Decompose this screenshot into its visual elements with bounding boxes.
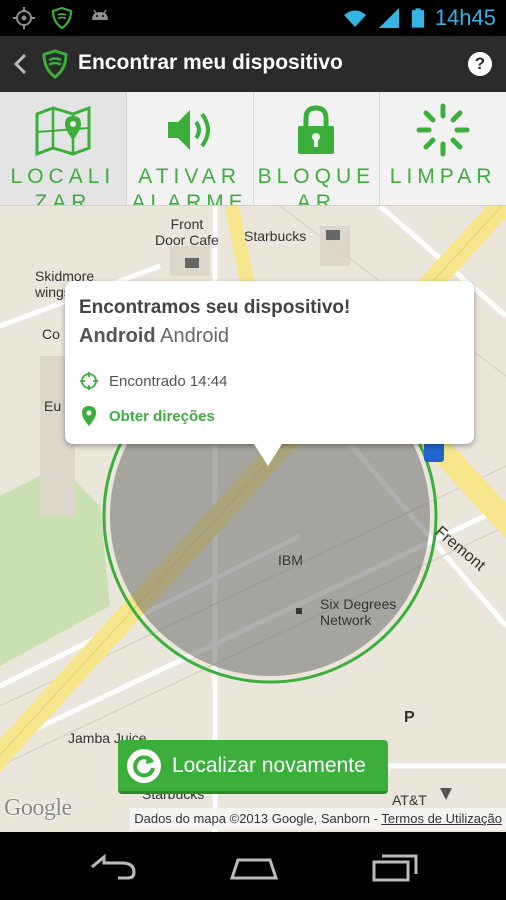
map-label-front-door-cafe: Front Door Cafe	[155, 216, 219, 248]
wifi-icon	[343, 10, 366, 27]
tab-bloquear[interactable]: BLOQUEAR	[254, 92, 381, 205]
help-icon[interactable]: ?	[468, 52, 492, 76]
google-logo: Google	[4, 795, 72, 821]
directions-text: Obter direções	[109, 407, 215, 425]
wipe-icon	[416, 103, 470, 157]
map-pin-icon	[35, 105, 91, 157]
signal-icon	[378, 8, 399, 28]
page-title: Encontrar meu dispositivo	[78, 51, 343, 74]
status-bar: 14h45	[0, 0, 506, 36]
recent-apps-icon[interactable]	[370, 852, 422, 882]
shield-icon	[51, 6, 73, 30]
location-info-bubble[interactable]: Encontramos seu dispositivo! Android And…	[65, 281, 474, 444]
map-label-ibm: IBM	[278, 552, 303, 568]
relocate-label: Localizar novamente	[172, 753, 366, 777]
tab-localizar[interactable]: LOCALIZAR	[0, 92, 127, 205]
map-label-parking: P	[404, 709, 415, 726]
device-name: Android	[79, 325, 156, 347]
bubble-device: Android Android	[79, 325, 229, 348]
directions-link[interactable]: Obter direções	[79, 405, 215, 427]
action-bar: Encontrar meu dispositivo ?	[0, 36, 506, 92]
tab-label: BLOQUEAR	[257, 165, 376, 205]
status-time: 14h45	[434, 5, 496, 30]
map-label-starbucks: Starbucks	[244, 228, 307, 244]
navigation-bar	[0, 832, 506, 900]
tab-limpar[interactable]: LIMPAR	[380, 92, 506, 205]
crosshair-icon	[80, 372, 98, 390]
map-pin-icon	[82, 406, 96, 426]
gps-icon	[13, 7, 35, 29]
map-label-six-degrees: Six Degrees Network	[320, 596, 397, 628]
speaker-icon	[167, 110, 210, 150]
map-label-co: Co	[42, 326, 60, 342]
map-label-eu: Eu	[44, 398, 62, 414]
action-tabs: LOCALIZAR ATIVAR ALARME BLOQUEAR LIMPAR	[0, 92, 506, 206]
battery-icon	[411, 8, 424, 28]
home-icon[interactable]	[228, 852, 280, 882]
tab-label: LIMPAR	[389, 165, 497, 188]
bubble-pointer	[254, 444, 282, 466]
refresh-icon	[127, 748, 161, 783]
android-icon	[92, 9, 108, 20]
back-chevron-icon[interactable]	[10, 52, 30, 76]
relocate-button[interactable]: Localizar novamente	[118, 740, 388, 794]
found-time-row: Encontrado 14:44	[79, 371, 227, 391]
found-time-text: Encontrado 14:44	[109, 372, 228, 390]
device-model: Android	[160, 325, 230, 347]
map-label-att: AT&T	[392, 792, 427, 808]
tab-label: ATIVAR ALARME	[131, 165, 248, 205]
lock-icon	[298, 105, 335, 154]
back-icon[interactable]	[88, 852, 138, 882]
attribution-text: Dados do mapa ©2013 Google, Sanborn -	[134, 811, 382, 826]
map-attribution: Dados do mapa ©2013 Google, Sanborn - Te…	[130, 808, 506, 830]
bubble-title: Encontramos seu dispositivo!	[79, 297, 351, 318]
tab-ativar-alarme[interactable]: ATIVAR ALARME	[127, 92, 254, 205]
tab-label: LOCALIZAR	[10, 165, 116, 205]
app-shield-icon	[42, 49, 68, 79]
terms-link[interactable]: Termos de Utilização	[381, 811, 502, 826]
